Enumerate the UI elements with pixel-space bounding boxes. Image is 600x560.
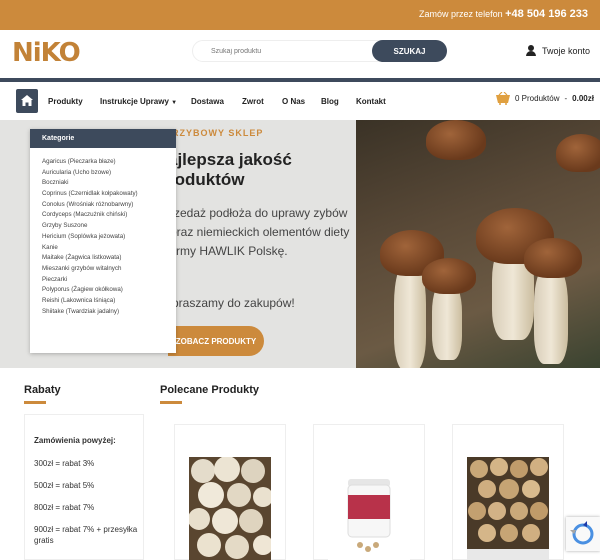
site-header: NiKO SZUKAJ Twoje konto — [0, 30, 600, 78]
hero-text: rzedaż podłoża do uprawy zybów oraz niem… — [170, 206, 350, 258]
category-item[interactable]: Grzyby Suszone — [42, 221, 176, 232]
home-icon — [21, 95, 33, 106]
featured-underline — [160, 401, 182, 404]
category-item[interactable]: Pieczarki — [42, 275, 176, 286]
nav-item-label: Instrukcje Uprawy — [100, 97, 169, 106]
product-image — [328, 457, 410, 560]
nav-item-dostawa[interactable]: Dostawa — [191, 97, 224, 106]
discounts-title: Rabaty — [24, 384, 61, 396]
discount-line: 300zł = rabat 3% — [34, 459, 95, 468]
category-item[interactable]: Boczniaki — [42, 178, 176, 189]
featured-title: Polecane Produkty — [160, 384, 260, 396]
product-card[interactable] — [174, 424, 286, 560]
discount-line: 500zł = rabat 5% — [34, 481, 95, 490]
category-item[interactable]: Conolus (Wrośniak różnobarwny) — [42, 200, 176, 211]
hero-title: ajlepsza jakość roduktów — [168, 150, 292, 189]
search-input[interactable] — [192, 40, 382, 62]
category-item[interactable]: Mieszanki grzybów witalnych — [42, 264, 176, 275]
category-item[interactable]: Agaricus (Pieczarka błaze) — [42, 157, 176, 168]
category-list: Agaricus (Pieczarka błaze) Auricularia (… — [30, 148, 176, 317]
discounts-box: Zamówienia powyżej: 300zł = rabat 3% 500… — [24, 414, 144, 560]
logo[interactable]: NiKO — [12, 38, 81, 68]
product-card[interactable] — [452, 424, 564, 560]
search-button[interactable]: SZUKAJ — [372, 40, 447, 62]
category-item[interactable]: Shiitake (Twardziak jadalny) — [42, 307, 176, 318]
nav-item-o-nas[interactable]: O Nas — [282, 97, 305, 106]
phone-number[interactable]: +48 504 196 233 — [505, 8, 588, 20]
discount-line: 900zł = rabat 7% + przesyłka gratis — [34, 525, 138, 545]
basket-icon — [496, 92, 510, 105]
nav-item-kontakt[interactable]: Kontakt — [356, 97, 386, 106]
category-item[interactable]: Polyporus (Żagiew okółkowa) — [42, 285, 176, 296]
cart-count: 0 Produktów — [515, 94, 560, 103]
phone-contact: Zamów przez telefon +48 504 196 233 — [419, 8, 588, 20]
user-icon — [526, 45, 536, 56]
category-item[interactable]: Cordyceps (Maczużnik chiński) — [42, 210, 176, 221]
category-item[interactable]: Kanie — [42, 243, 176, 254]
account-label: Twoje konto — [542, 45, 591, 56]
product-image — [189, 457, 271, 560]
category-item[interactable]: Coprinus (Czernidlak kołpakowaty) — [42, 189, 176, 200]
home-button[interactable] — [16, 89, 38, 113]
account-link[interactable]: Twoje konto — [526, 45, 590, 56]
phone-label: Zamów przez telefon — [419, 9, 503, 19]
category-menu: Kategorie Agaricus (Pieczarka błaze) Aur… — [30, 129, 176, 353]
hero-label: RZYBOWY SKLEP — [172, 128, 264, 138]
recaptcha-icon — [570, 521, 594, 545]
product-card[interactable] — [313, 424, 425, 560]
main-nav: Produkty Instrukcje Uprawy ▼ Dostawa Zwr… — [0, 82, 600, 120]
top-bar: Zamów przez telefon +48 504 196 233 — [0, 0, 600, 30]
product-image — [467, 457, 549, 560]
category-item[interactable]: Reishi (Lakownica lśniąca) — [42, 296, 176, 307]
discounts-underline — [24, 401, 46, 404]
discount-line: 800zł = rabat 7% — [34, 503, 95, 512]
nav-item-instrukcje-uprawy[interactable]: Instrukcje Uprawy ▼ — [100, 97, 177, 106]
chevron-down-icon: ▼ — [171, 100, 178, 106]
nav-item-zwrot[interactable]: Zwrot — [242, 97, 264, 106]
cart-total: 0.00zł — [572, 94, 594, 103]
nav-item-produkty[interactable]: Produkty — [48, 97, 83, 106]
see-products-button[interactable]: ZOBACZ PRODUKTY — [168, 326, 264, 356]
nav-item-blog[interactable]: Blog — [321, 97, 339, 106]
recaptcha-badge[interactable] — [566, 517, 600, 551]
category-item[interactable]: Maitake (Żagwica listkowata) — [42, 253, 176, 264]
category-item[interactable]: Auricularia (Ucho bzowe) — [42, 168, 176, 179]
hero-mushroom-photo — [356, 120, 600, 368]
hero-invite: praszamy do zakupów! — [172, 296, 295, 310]
category-item[interactable]: Hericium (Soplówka jeżowata) — [42, 232, 176, 243]
category-menu-title: Kategorie — [30, 129, 176, 148]
discounts-heading: Zamówienia powyżej: — [34, 436, 116, 445]
cart-link[interactable]: 0 Produktów - 0.00zł — [496, 92, 594, 105]
